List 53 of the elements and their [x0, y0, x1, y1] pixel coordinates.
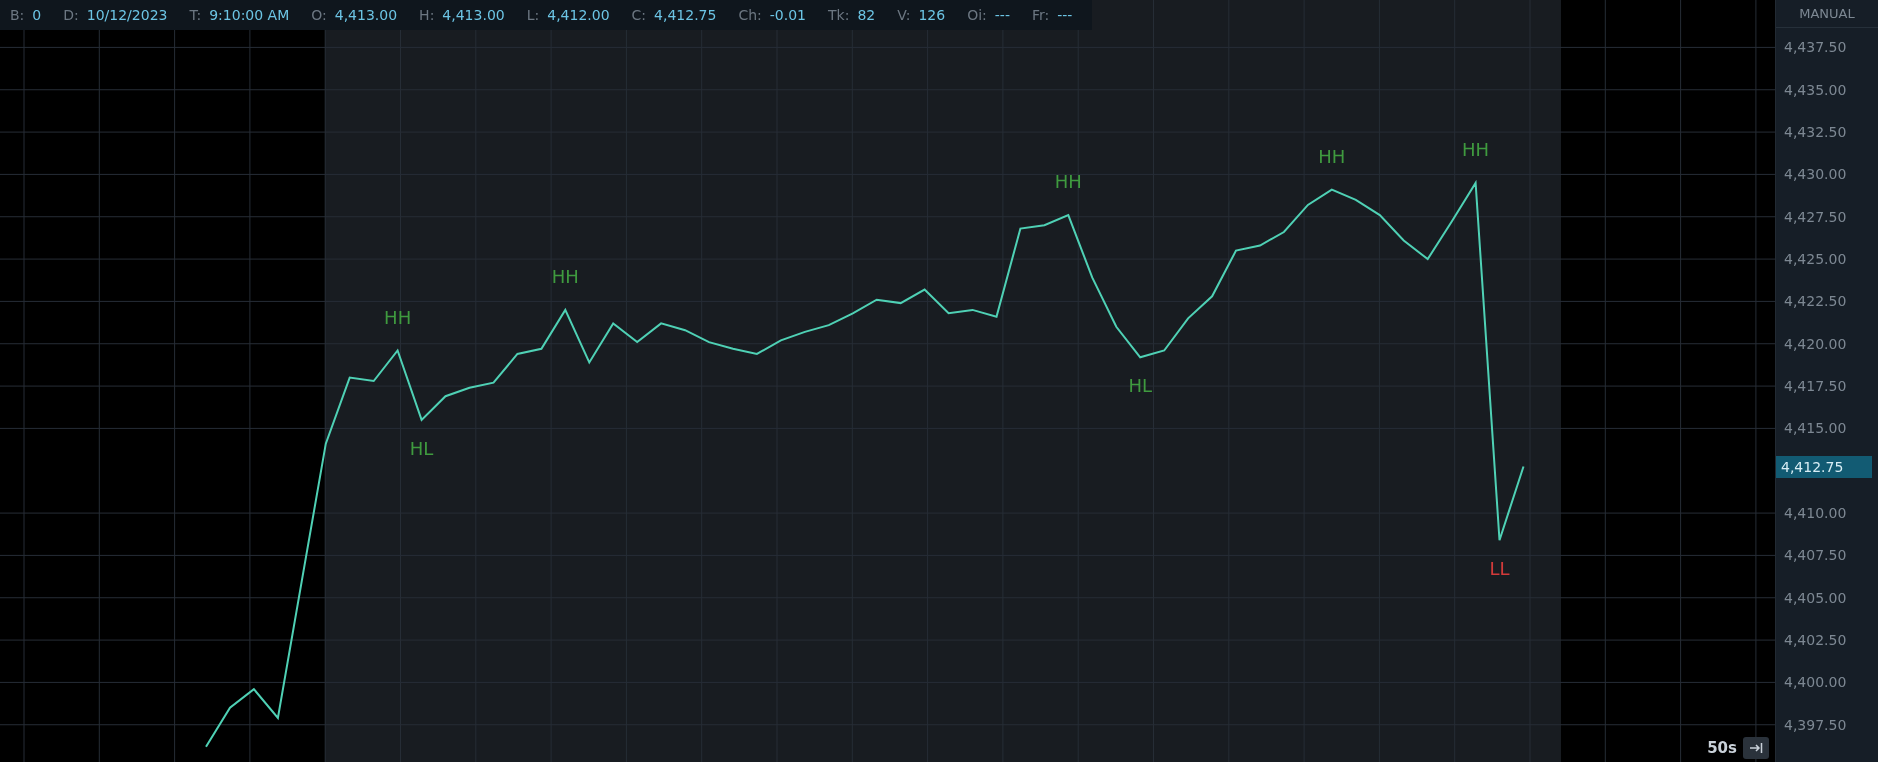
swing-label: HH: [1462, 138, 1490, 160]
field-value: 4,412.00: [547, 5, 610, 25]
swing-label: HH: [551, 265, 579, 287]
axis-tick-label: 4,415.00: [1784, 419, 1847, 438]
swing-label: HL: [409, 437, 434, 459]
axis-tick-label: 4,397.50: [1784, 715, 1847, 734]
axis-tick-label: 4,420.00: [1784, 334, 1847, 353]
axis-tick-label: 4,432.50: [1784, 123, 1847, 142]
axis-tick-label: 4,435.00: [1784, 80, 1847, 99]
swing-label: HH: [1318, 145, 1346, 167]
axis-tick-label: 4,402.50: [1784, 631, 1847, 650]
field-label: T:: [189, 5, 202, 25]
field-label: C:: [631, 5, 647, 25]
field-label: Tk:: [828, 5, 850, 25]
axis-tick-label: 4,422.50: [1784, 292, 1847, 311]
axis-tick-label: 4,437.50: [1784, 38, 1847, 57]
field-label: Ch:: [738, 5, 762, 25]
swing-label: HH: [1054, 171, 1082, 193]
swing-label: LL: [1489, 558, 1510, 580]
axis-tick-label: 4,430.00: [1784, 165, 1847, 184]
axis-tick-label: 4,407.50: [1784, 546, 1847, 565]
axis-tick-label: 4,425.00: [1784, 250, 1847, 269]
field-label: Oi:: [967, 5, 987, 25]
axis-tick-label: 4,417.50: [1784, 377, 1847, 396]
field-value: 4,412.75: [654, 5, 717, 25]
field-value: 4,413.00: [442, 5, 505, 25]
timeframe-label: 50s: [1707, 737, 1737, 759]
field-value: 0: [32, 5, 42, 25]
field-value: 82: [857, 5, 876, 25]
last-price-label: 4,412.75: [1776, 455, 1872, 478]
field-value: ---: [1057, 5, 1073, 25]
field-value: 10/12/2023: [86, 5, 168, 25]
field-value: -0.01: [769, 5, 807, 25]
field-value: ---: [994, 5, 1010, 25]
field-value: 9:10:00 AM: [209, 5, 290, 25]
field-label: B:: [10, 5, 25, 25]
field-label: V:: [897, 5, 911, 25]
field-label: H:: [419, 5, 435, 25]
arrow-to-line-icon: [1749, 741, 1763, 754]
field-value: 126: [918, 5, 946, 25]
field-label: L:: [526, 5, 540, 25]
axis-tick-label: 4,405.00: [1784, 588, 1847, 607]
field-value: 4,413.00: [334, 5, 398, 25]
field-label: O:: [311, 5, 327, 25]
field-label: D:: [63, 5, 79, 25]
field-label: Fr:: [1031, 5, 1050, 25]
scale-mode-label[interactable]: MANUAL: [1799, 3, 1855, 24]
scroll-to-end-button[interactable]: [1743, 736, 1769, 759]
axis-tick-label: 4,427.50: [1784, 207, 1847, 226]
axis-tick-label: 4,410.00: [1784, 504, 1847, 523]
swing-label: HL: [1128, 375, 1152, 397]
swing-label: HH: [384, 306, 412, 328]
axis-tick-label: 4,400.00: [1784, 673, 1847, 692]
